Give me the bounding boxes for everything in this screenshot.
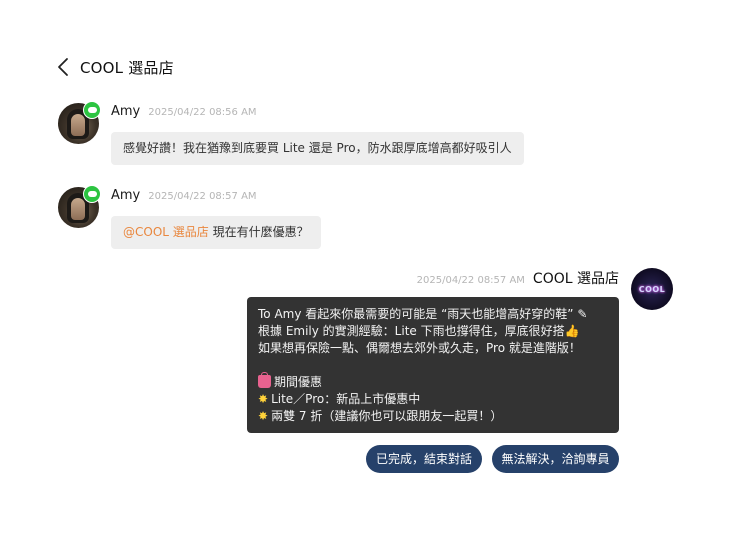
reply-line: 如果想再保險一點、偶爾想去郊外或久走，Pro 就是進階版！ bbox=[258, 341, 581, 355]
chevron-left-icon bbox=[58, 58, 68, 76]
sender-name: Amy bbox=[111, 188, 141, 203]
sender-name: Amy bbox=[111, 104, 141, 119]
chat-page: COOL 選品店 Amy 2025/04/22 08:56 AM 感覺好讚！我在… bbox=[0, 0, 740, 542]
reply-line: ✸ Lite／Pro：新品上市優惠中 bbox=[258, 392, 421, 406]
reply-line: To Amy 看起來你最需要的可能是 “雨天也能增高好穿的鞋” ✎ bbox=[258, 307, 588, 321]
reply-meta: 2025/04/22 08:57 AM COOL 選品店 bbox=[417, 268, 619, 288]
end-conversation-button[interactable]: 已完成，結束對話 bbox=[366, 445, 482, 473]
message-bubble: @COOL 選品店 現在有什麼優惠？ bbox=[111, 216, 321, 249]
sparkle-star-icon: ✸ bbox=[258, 409, 269, 423]
avatar[interactable] bbox=[58, 101, 101, 144]
reply-line bbox=[258, 357, 608, 374]
line-icon bbox=[83, 101, 101, 119]
message-meta: Amy 2025/04/22 08:56 AM bbox=[111, 104, 257, 119]
reply-bubble: To Amy 看起來你最需要的可能是 “雨天也能增高好穿的鞋” ✎ 根據 Emi… bbox=[247, 297, 619, 433]
message-timestamp: 2025/04/22 08:56 AM bbox=[148, 107, 257, 118]
store-logo: COOL bbox=[638, 284, 666, 294]
message-timestamp: 2025/04/22 08:57 AM bbox=[148, 191, 257, 202]
message-meta: Amy 2025/04/22 08:57 AM bbox=[111, 188, 257, 203]
store-avatar[interactable]: COOL bbox=[631, 268, 673, 310]
avatar[interactable] bbox=[58, 185, 101, 228]
reply-line: 根據 Emily 的實測經驗：Lite 下雨也撐得住，厚底很好搭👍 bbox=[258, 324, 580, 338]
contact-agent-button[interactable]: 無法解決，洽詢專員 bbox=[492, 445, 619, 473]
message-timestamp: 2025/04/22 08:57 AM bbox=[416, 275, 525, 286]
page-title: COOL 選品店 bbox=[80, 58, 174, 77]
chat-header: COOL 選品店 bbox=[57, 55, 174, 79]
message-text: 感覺好讚！我在猶豫到底要買 Lite 還是 Pro，防水跟厚底增高都好吸引人 bbox=[123, 141, 512, 155]
sender-name: COOL 選品店 bbox=[532, 271, 619, 287]
reply-line: ✸ 兩雙 7 折（建議你也可以跟朋友一起買！） bbox=[258, 409, 503, 423]
message-text: 現在有什麼優惠？ bbox=[208, 225, 309, 239]
reply-line: 期間優惠 bbox=[258, 372, 608, 391]
line-icon bbox=[83, 185, 101, 203]
sparkle-star-icon: ✸ bbox=[258, 392, 269, 406]
shopping-bag-icon bbox=[258, 372, 271, 388]
mention-link[interactable]: @COOL 選品店 bbox=[123, 225, 209, 239]
back-button[interactable] bbox=[57, 56, 71, 78]
message-bubble: 感覺好讚！我在猶豫到底要買 Lite 還是 Pro，防水跟厚底增高都好吸引人 bbox=[111, 132, 524, 165]
